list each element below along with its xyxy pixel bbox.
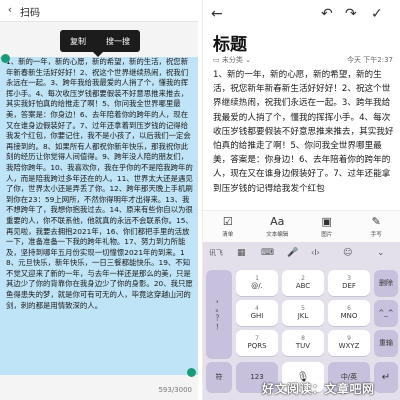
mic-icon[interactable]: 🎤: [287, 248, 298, 258]
category-selector[interactable]: ▭ 未分类 ⌄: [213, 55, 251, 65]
right-panel: ← ↶ ↷ ✓ 标题 ▭ 未分类 ⌄ 今天 下午2:37 1、新的一年，新的心愿…: [202, 0, 400, 400]
cursor-icon[interactable]: ‹I›: [311, 248, 320, 257]
ime-keyboard: 讯飞 ▦ ⌨ 🎤 ‹I› ☺ ⌄ ， 。 ？ ！ 1 @/. 2 ABC 3 D…: [203, 242, 400, 400]
recognized-text[interactable]: 1、新的一年，新的心愿，新的希望，新的生活，祝您新年新春新生活好好好！2、祝这个…: [0, 57, 198, 375]
key-8[interactable]: 8 TUV: [282, 330, 324, 356]
handwriting-icon: ✎: [371, 215, 381, 228]
char-counter: 593/3000: [158, 386, 192, 394]
handwriting-label: 手写: [370, 232, 382, 238]
note-topbar: ← ↶ ↷ ✓: [203, 0, 400, 30]
selection-start-handle[interactable]: [1, 54, 10, 63]
keyboard-icon[interactable]: ⌨: [261, 248, 274, 258]
key-9[interactable]: 9 WXYZ: [328, 330, 370, 356]
watermark: 好文阅读：文章吧网: [262, 382, 375, 396]
back-arrow-icon[interactable]: ‹: [4, 3, 16, 16]
chevron-down-icon: ⌄: [245, 56, 251, 64]
period-key[interactable]: 。: [216, 305, 223, 314]
symbol-key[interactable]: 符: [206, 362, 232, 392]
key-number: 7: [255, 335, 259, 342]
delete-key[interactable]: 删除: [374, 270, 398, 296]
key-letters: @/.: [251, 282, 263, 290]
keyboard-top-bar: 讯飞 ▦ ⌨ 🎤 ‹I› ☺ ⌄: [203, 242, 400, 266]
key-number: 1: [255, 275, 259, 282]
note-title[interactable]: 标题: [213, 30, 247, 55]
image-icon: ▣: [321, 215, 332, 228]
key-6[interactable]: 6 MNO: [328, 300, 370, 326]
key-1[interactable]: 1 @/.: [236, 270, 278, 296]
text-format-icon: Aa: [270, 215, 285, 228]
emoticon-key[interactable]: ^_^: [374, 300, 398, 326]
selection-popup: 复制 搜一搜: [60, 30, 140, 52]
back-arrow-icon[interactable]: ←: [211, 5, 223, 23]
popup-pointer: [93, 52, 103, 57]
text-format-button[interactable]: Aa 文本编辑: [253, 211, 303, 242]
key-letters: ABC: [295, 282, 311, 290]
key-2[interactable]: 2 ABC: [282, 270, 324, 296]
search-button[interactable]: 搜一搜: [106, 36, 130, 47]
key-number: 9: [347, 335, 351, 342]
key-number: 2: [301, 275, 305, 282]
key-3[interactable]: 3 DEF: [328, 270, 370, 296]
emoji-icon[interactable]: ☺: [343, 248, 352, 258]
key-number: 5: [301, 305, 305, 312]
comma-key[interactable]: ，: [216, 296, 223, 305]
key-letters: TUV: [295, 342, 311, 350]
key-letters: WXYZ: [338, 342, 360, 350]
key-5[interactable]: 5 JKL: [282, 300, 324, 326]
emoticon-label: ^_^: [378, 308, 394, 317]
delete-label: 删除: [379, 278, 393, 287]
note-meta: ▭ 未分类 ⌄ 今天 下午2:37: [213, 55, 397, 67]
key-letters: GHI: [250, 312, 264, 320]
ifly-logo-icon[interactable]: 讯飞: [209, 248, 223, 258]
enter-icon: ↵: [381, 371, 391, 383]
key-letters: PQRS: [247, 342, 267, 350]
scan-header: ‹ 扫码: [0, 0, 198, 22]
checklist-icon: ☑: [222, 215, 233, 228]
scan-title: 扫码: [20, 8, 40, 19]
text-format-label: 文本编辑: [266, 232, 289, 238]
key-number: 4: [255, 305, 259, 312]
checklist-label: 清单: [222, 232, 234, 238]
note-icon: ▭: [213, 56, 220, 64]
exclaim-key[interactable]: ！: [216, 323, 223, 332]
key-number: 3: [347, 275, 351, 282]
redo-icon[interactable]: ↷: [345, 5, 357, 23]
grid-icon[interactable]: ▦: [237, 248, 246, 258]
punctuation-column[interactable]: ， 。 ？ ！: [206, 270, 232, 358]
image-button[interactable]: ▣ 图片: [302, 211, 352, 242]
enter-key[interactable]: ↵: [374, 362, 398, 392]
key-letters: JKL: [297, 312, 309, 320]
symbol-label: 符: [215, 372, 223, 381]
selection-end-handle[interactable]: [187, 368, 196, 377]
key-letters: MNO: [340, 312, 358, 320]
copy-button[interactable]: 复制: [70, 36, 86, 47]
undo-icon[interactable]: ↶: [321, 5, 333, 23]
check-icon[interactable]: ✓: [371, 5, 383, 23]
note-body[interactable]: 1、新的一年，新的心愿，新的希望，新的生活，祝您新年新春新生活好好好！2、祝这个…: [213, 68, 395, 210]
edit-toolbar: ☑ 清单 Aa 文本编辑 ▣ 图片 ✎ 手写: [203, 210, 400, 242]
collapse-icon[interactable]: ⌄: [377, 248, 385, 258]
key-letters: DEF: [342, 282, 356, 290]
image-label: 图片: [321, 232, 333, 238]
question-key[interactable]: ？: [216, 314, 223, 323]
key-number: 6: [347, 305, 351, 312]
checklist-button[interactable]: ☑ 清单: [203, 211, 253, 242]
key-number: 8: [301, 335, 305, 342]
note-timestamp: 今天 下午2:37: [347, 56, 393, 64]
left-panel: ‹ 扫码 1、新的一年，新的心愿，新的希望，新的生活，祝您新年新春新生活好好好！…: [0, 0, 198, 400]
key-7[interactable]: 7 PQRS: [236, 330, 278, 356]
key-4[interactable]: 4 GHI: [236, 300, 278, 326]
reset-key[interactable]: 重输: [374, 330, 398, 356]
reset-label: 重输: [379, 338, 393, 347]
category-label: 未分类: [221, 56, 243, 64]
handwriting-button[interactable]: ✎ 手写: [352, 211, 400, 242]
